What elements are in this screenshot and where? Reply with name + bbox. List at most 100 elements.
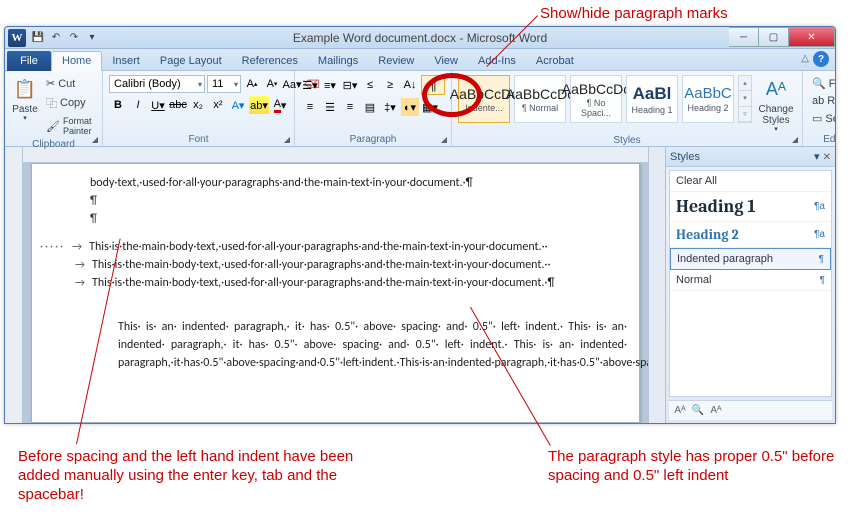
styles-pane-header[interactable]: Styles ▾ ✕ [666, 147, 835, 167]
styles-item-indented[interactable]: Indented paragraph¶ [670, 248, 831, 270]
tab-page-layout[interactable]: Page Layout [150, 52, 232, 70]
qat-more-icon[interactable]: ▾ [84, 30, 100, 46]
font-name-combo[interactable]: Calibri (Body) [109, 75, 205, 93]
clipboard-dialog-icon[interactable]: ◢ [90, 134, 100, 144]
style-tile-heading1[interactable]: AaBlHeading 1 [626, 75, 678, 123]
align-left-icon[interactable]: ≡ [301, 98, 319, 116]
tab-view[interactable]: View [424, 52, 468, 70]
quick-access-toolbar: 💾 ↶ ↷ ▾ [30, 30, 100, 46]
styles-item-heading1[interactable]: Heading 1¶a [670, 192, 831, 222]
align-right-icon[interactable]: ≡ [341, 98, 359, 116]
line-spacing-icon[interactable]: ‡▾ [381, 98, 399, 116]
close-button[interactable]: ✕ [789, 27, 835, 47]
text-effects-icon[interactable]: A▾ [229, 96, 247, 114]
manage-styles-icon[interactable]: Aᴬ [709, 404, 723, 418]
document-page[interactable]: body·text,·used·for·all·your·paragraphs·… [31, 163, 640, 423]
font-dialog-icon[interactable]: ◢ [282, 134, 292, 144]
show-hide-marks-button[interactable]: ¶ [421, 75, 445, 95]
replace-button[interactable]: abReplace [809, 93, 836, 109]
tab-acrobat[interactable]: Acrobat [526, 52, 584, 70]
multilevel-icon[interactable]: ⊟▾ [341, 76, 359, 94]
highlight-icon[interactable]: ab▾ [249, 96, 269, 114]
styles-gallery-scroll[interactable]: ▴▾▿ [738, 75, 752, 123]
find-button[interactable]: 🔍Find▾ [809, 75, 836, 92]
tab-mailings[interactable]: Mailings [308, 52, 368, 70]
new-style-icon[interactable]: Aᴬ [673, 404, 687, 418]
borders-icon[interactable]: ▦▾ [421, 98, 439, 116]
sort-icon[interactable]: A↓ [401, 76, 419, 94]
qat-undo-icon[interactable]: ↶ [48, 30, 64, 46]
style-tile-indented[interactable]: AaBbCcDcIndente... [458, 75, 510, 123]
subscript-button[interactable]: x₂ [189, 96, 207, 114]
ribbon: 📋 Paste▾ ✂Cut ⿻Copy 🖌Format Painter Clip… [5, 71, 835, 147]
decrease-indent-icon[interactable]: ≤ [361, 76, 379, 94]
pilcrow-icon: ¶ [820, 275, 825, 286]
font-size-combo[interactable]: 11 [207, 75, 241, 93]
styles-pane-tools: Aᴬ 🔍 Aᴬ [669, 400, 832, 420]
numbering-icon[interactable]: ≡▾ [321, 76, 339, 94]
qat-save-icon[interactable]: 💾 [30, 30, 46, 46]
qat-redo-icon[interactable]: ↷ [66, 30, 82, 46]
shading-icon[interactable]: ◐▾ [401, 98, 419, 116]
cut-icon: ✂ [46, 77, 55, 90]
copy-button[interactable]: ⿻Copy [43, 93, 96, 113]
editor-column: body·text,·used·for·all·your·paragraphs·… [23, 147, 648, 423]
copy-icon: ⿻ [46, 95, 57, 111]
word-window: W 💾 ↶ ↷ ▾ Example Word document.docx - M… [4, 26, 836, 424]
ribbon-collapse-icon[interactable]: △ [801, 53, 809, 64]
horizontal-ruler[interactable] [23, 147, 648, 163]
style-inspector-icon[interactable]: 🔍 [691, 404, 705, 418]
bold-button[interactable]: B [109, 96, 127, 114]
select-button[interactable]: ▭Select▾ [809, 110, 836, 127]
styles-dialog-icon[interactable]: ◢ [790, 134, 800, 144]
align-center-icon[interactable]: ☰ [321, 98, 339, 116]
body-line-1: body·text,·used·for·all·your·paragraphs·… [90, 174, 635, 192]
group-styles: AaBbCcDcIndente... AaBbCcDc¶ Normal AaBb… [452, 71, 803, 146]
tab-arrow-icon: → [68, 275, 92, 292]
styles-pane-list: Clear All Heading 1¶a Heading 2¶a Indent… [669, 170, 832, 397]
styles-pane: Styles ▾ ✕ Clear All Heading 1¶a Heading… [665, 147, 835, 423]
styles-clear-all[interactable]: Clear All [670, 171, 831, 192]
brush-icon: 🖌 [46, 120, 60, 133]
styles-item-heading2[interactable]: Heading 2¶a [670, 222, 831, 248]
format-painter-button[interactable]: 🖌Format Painter [43, 114, 96, 138]
change-styles-icon: Aᴬ [762, 77, 790, 103]
tab-arrow-icon: → [68, 257, 92, 274]
italic-button[interactable]: I [129, 96, 147, 114]
annotation-bottom-right: The paragraph style has proper 0.5" befo… [548, 448, 838, 486]
tab-references[interactable]: References [232, 52, 308, 70]
vertical-scrollbar[interactable] [648, 147, 665, 423]
pilcrow-icon: ¶ [819, 254, 824, 265]
grow-font-icon[interactable]: A▴ [243, 75, 261, 93]
maximize-button[interactable]: ▢ [759, 27, 789, 47]
strike-button[interactable]: abc [169, 96, 187, 114]
tab-file[interactable]: File [7, 51, 51, 71]
styles-pane-close-icon[interactable]: ✕ [823, 152, 831, 163]
tab-insert[interactable]: Insert [102, 52, 150, 70]
justify-icon[interactable]: ▤ [361, 98, 379, 116]
cut-button[interactable]: ✂Cut [43, 75, 96, 92]
minimize-button[interactable]: ─ [729, 27, 759, 47]
styles-item-normal[interactable]: Normal¶ [670, 270, 831, 291]
help-icon[interactable]: ? [813, 51, 829, 67]
style-tile-heading2[interactable]: AaBbCHeading 2 [682, 75, 734, 123]
group-editing: 🔍Find▾ abReplace ▭Select▾ Editing [803, 71, 836, 146]
group-editing-label: Editing [809, 133, 836, 145]
tab-review[interactable]: Review [368, 52, 424, 70]
underline-button[interactable]: U▾ [149, 96, 167, 114]
styles-pane-menu[interactable]: ▾ ✕ [814, 150, 831, 163]
page-viewport[interactable]: body·text,·used·for·all·your·paragraphs·… [23, 163, 648, 423]
change-styles-button[interactable]: AᴬChange Styles▾ [756, 75, 796, 134]
paragraph-dialog-icon[interactable]: ◢ [439, 134, 449, 144]
style-tile-normal[interactable]: AaBbCcDc¶ Normal [514, 75, 566, 123]
tab-home[interactable]: Home [51, 51, 102, 71]
shrink-font-icon[interactable]: A▾ [263, 75, 281, 93]
styles-pane-title: Styles [670, 151, 700, 163]
superscript-button[interactable]: x² [209, 96, 227, 114]
increase-indent-icon[interactable]: ≥ [381, 76, 399, 94]
paste-button[interactable]: 📋 Paste▾ [11, 75, 39, 123]
style-tile-nospacing[interactable]: AaBbCcDc¶ No Spaci... [570, 75, 622, 123]
font-color-icon[interactable]: A▾ [271, 96, 289, 114]
bullets-icon[interactable]: ☰▾ [301, 76, 319, 94]
vertical-ruler[interactable] [5, 147, 23, 423]
